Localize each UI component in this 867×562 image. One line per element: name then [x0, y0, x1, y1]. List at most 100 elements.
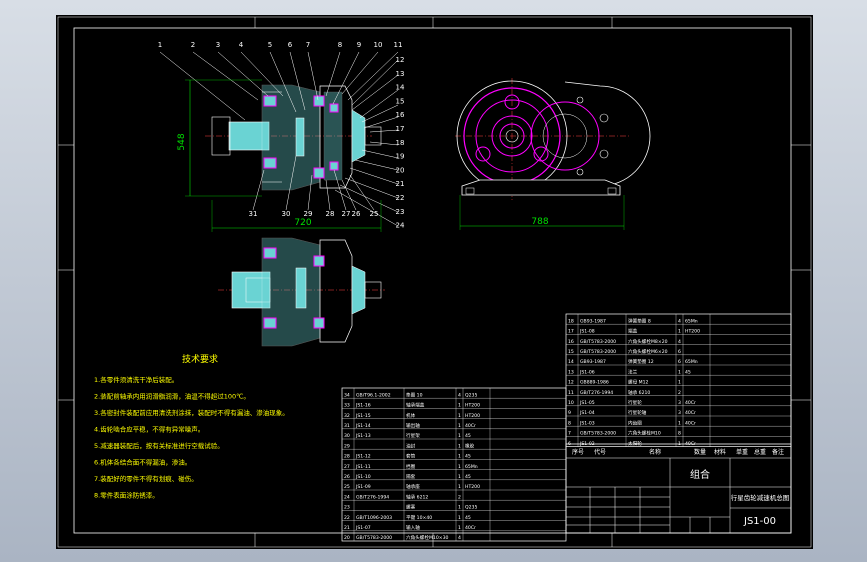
- bom-cell-qty: 2: [678, 390, 681, 396]
- balloon-number: 11: [394, 41, 403, 49]
- balloon-number: 4: [239, 41, 244, 49]
- balloon-number: 24: [396, 222, 405, 230]
- bom-cell-code: JS1-06: [579, 369, 595, 375]
- bom-cell-code: JS1-11: [355, 464, 371, 470]
- balloon-number: 14: [396, 84, 405, 92]
- bom-cell-no: 31: [344, 423, 350, 429]
- bom-cell-no: 24: [344, 494, 350, 500]
- bom-cell-qty: 3: [678, 410, 681, 416]
- bom-cell-mat: Q235: [465, 392, 477, 398]
- balloon-number: 16: [396, 111, 405, 119]
- bom-cell-mat: 65Mn: [685, 318, 698, 324]
- bom-cell-qty: 4: [678, 339, 681, 345]
- bom-cell-qty: 6: [678, 359, 681, 365]
- title-header-cell: 序号: [572, 448, 584, 456]
- balloon-number: 25: [370, 210, 379, 218]
- balloon-number: 7: [306, 41, 310, 49]
- bom-cell-code: JS1-10: [355, 474, 371, 480]
- bom-cell-no: 26: [344, 474, 350, 480]
- bom-cell-qty: 1: [678, 380, 681, 386]
- bom-cell-no: 17: [568, 329, 574, 335]
- planet-carrier: [295, 117, 305, 157]
- bom-cell-code: JS1-07: [355, 525, 371, 531]
- bom-cell-no: 13: [568, 369, 574, 375]
- bom-cell-mat: 45: [465, 474, 471, 480]
- bom-cell-code: JS1-04: [579, 410, 595, 416]
- bom-cell-qty: 4: [458, 392, 461, 398]
- bom-cell-code: GB/T5783-2000: [580, 349, 616, 355]
- bom-cell-name: 弹簧垫圈 12: [628, 358, 654, 365]
- title-header-cell: 材料: [714, 448, 726, 456]
- bom-cell-name: 六角头螺栓M10×30: [406, 534, 449, 541]
- bom-cell-qty: 1: [458, 515, 461, 521]
- notes-title: 技术要求: [182, 353, 218, 365]
- bom-cell-mat: 橡胶: [465, 442, 475, 449]
- bom-cell-name: 六角头螺栓M10: [628, 430, 661, 437]
- bom-cell-qty: 1: [458, 525, 461, 531]
- bom-cell-qty: 1: [458, 454, 461, 460]
- bom-cell-code: GB889-1986: [580, 380, 609, 386]
- drawing-sheet: 1 2 3 4 5 6 7 8 9 10 11 12131415161718192021222324…: [56, 15, 813, 549]
- bom-cell-code: JS1-03: [579, 420, 595, 426]
- bom-cell-no: 10: [568, 400, 574, 406]
- note-line: 3.各密封件装配前应用清洗剂涂抹，装配时不得有漏油、渗油现象。: [94, 408, 289, 417]
- bom-cell-mat: 40Cr: [685, 400, 696, 406]
- dim-788-label: 788: [531, 217, 548, 227]
- end-cover: [351, 109, 366, 163]
- bom-cell-no: 15: [568, 349, 574, 355]
- balloon-number: 6: [288, 41, 293, 49]
- dim-548-label: 548: [177, 133, 187, 150]
- bom-cell-name: 六角头螺栓M6×20: [628, 348, 668, 355]
- bom-cell-name: 垫圈 10: [406, 391, 423, 398]
- bom-cell-name: 端盖: [628, 328, 638, 335]
- bom-cell-no: 34: [344, 392, 350, 398]
- title-header-cell: 备注: [772, 448, 784, 456]
- bom-cell-code: JS1-05: [579, 400, 595, 406]
- bom-cell-qty: 1: [458, 443, 461, 449]
- bom-cell-mat: 45: [465, 433, 471, 439]
- bom-cell-mat: HT200: [685, 329, 700, 335]
- bom-cell-name: 螺塞: [406, 504, 416, 511]
- balloon-number: 9: [357, 41, 361, 49]
- note-line: 2.装配前轴承内用润滑脂润滑，油温不得超过100℃。: [94, 392, 250, 401]
- bom-cell-no: 32: [344, 413, 350, 419]
- bom-cell-qty: 1: [458, 413, 461, 419]
- note-line: 7.装配好的零件不得有划痕、碰伤。: [94, 474, 198, 483]
- bom-cell-name: 轴承 6212: [406, 493, 428, 500]
- bom-cell-qty: 1: [678, 369, 681, 375]
- balloon-number: 5: [268, 41, 272, 49]
- bom-cell-name: 油封: [406, 442, 416, 449]
- bom-cell-name: 行星轮轴: [628, 409, 647, 416]
- bom-cell-name: 太阳轮: [628, 440, 642, 447]
- title-header-cell: 代号: [594, 448, 606, 456]
- bom-cell-name: 挡圈: [406, 463, 416, 470]
- balloon-number: 28: [326, 210, 335, 218]
- bom-cell-mat: 40Cr: [465, 525, 476, 531]
- title-header-cell: 总重: [754, 448, 766, 456]
- balloon-number: 17: [396, 125, 405, 133]
- bom-cell-no: 9: [568, 410, 571, 416]
- title-header-cell: 数量: [694, 448, 706, 456]
- balloon-number: 1: [158, 41, 162, 49]
- bom-cell-qty: 1: [458, 433, 461, 439]
- balloon-number: 13: [396, 70, 405, 78]
- bom-cell-qty: 2: [458, 494, 461, 500]
- bom-cell-name: 弹簧垫圈 8: [628, 317, 651, 324]
- bom-cell-mat: 40Cr: [685, 410, 696, 416]
- cad-viewport[interactable]: 1 2 3 4 5 6 7 8 9 10 11 12 13 14 15 16 17 18 19 20 21 22 23 24…: [0, 0, 867, 562]
- bom-cell-code: GB/T1096-2003: [356, 515, 392, 521]
- bom-cell-code: GB/T276-1994: [580, 390, 613, 396]
- base: [461, 179, 621, 196]
- bom-cell-qty: 6: [678, 349, 681, 355]
- balloon-number: 18: [396, 139, 405, 147]
- bom-cell-qty: 1: [458, 403, 461, 409]
- bom-cell-no: 21: [344, 525, 350, 531]
- balloon-number: 23: [396, 208, 405, 216]
- bom-cell-qty: 1: [678, 329, 681, 335]
- drawing-name: 行星齿轮减速机总图: [731, 493, 790, 502]
- note-line: 1.各零件须清洗干净后装配。: [94, 375, 178, 384]
- bom-cell-qty: 8: [678, 431, 681, 437]
- paper-background: [56, 15, 813, 549]
- bom-cell-name: 平键 10×40: [406, 514, 432, 521]
- bom-cell-mat: 40Cr: [465, 423, 476, 429]
